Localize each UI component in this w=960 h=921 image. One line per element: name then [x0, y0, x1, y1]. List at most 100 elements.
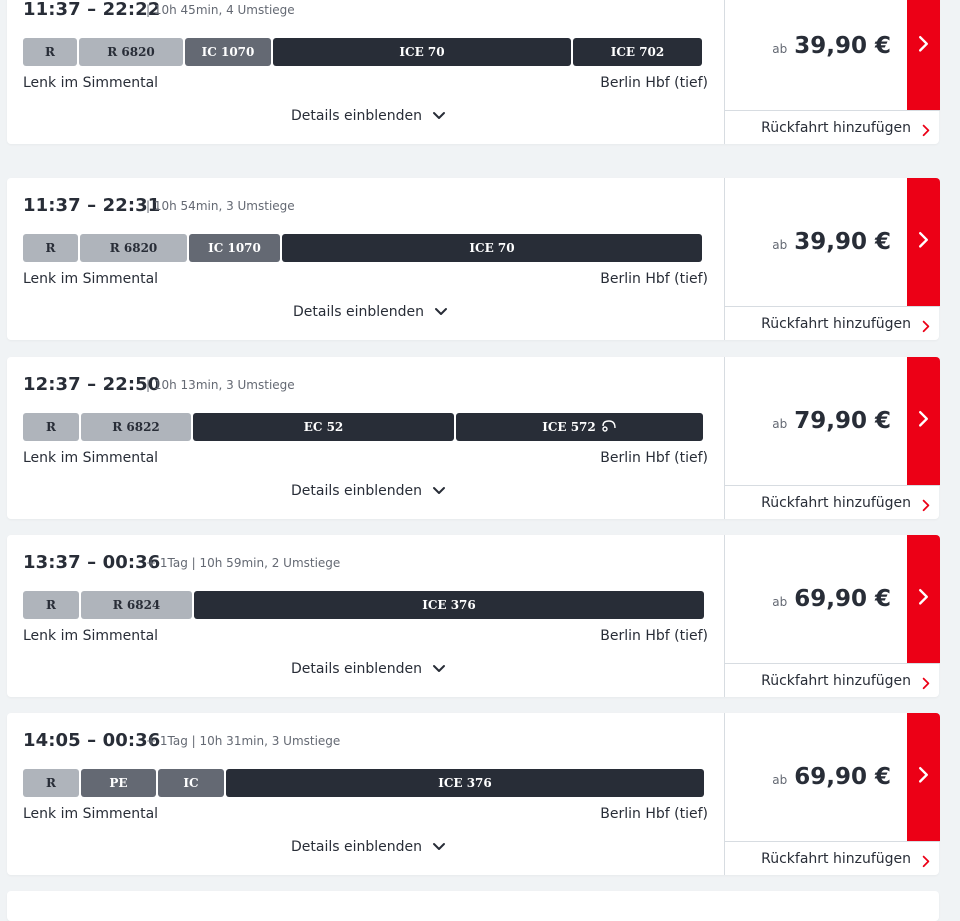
details-toggle[interactable]: Details einblenden [293, 304, 448, 320]
price-amount: 79,90 € [794, 408, 891, 434]
chevron-down-icon [432, 839, 446, 855]
return-trip-label: Rückfahrt hinzufügen [761, 316, 911, 332]
add-return-trip-link[interactable]: Rückfahrt hinzufügen [725, 485, 940, 519]
price-amount: 69,90 € [794, 586, 891, 612]
duration-transfers: + 1Tag | 10h 31min, 3 Umstiege [146, 734, 341, 748]
price-panel: ab 79,90 € Rückfahrt hinzufügen [724, 357, 940, 519]
train-segment: R 6820 [79, 38, 183, 66]
add-return-trip-link[interactable]: Rückfahrt hinzufügen [725, 663, 940, 697]
train-segment: R [23, 769, 79, 797]
select-connection-button[interactable] [907, 178, 940, 306]
train-segment: R 6824 [81, 591, 192, 619]
details-label: Details einblenden [291, 839, 422, 855]
train-label: R 6820 [109, 241, 158, 255]
train-label: ICE 376 [438, 776, 492, 790]
price-panel: ab 39,90 € Rückfahrt hinzufügen [724, 0, 940, 144]
destination-station: Berlin Hbf (tief) [600, 628, 708, 644]
train-label: R 6820 [107, 45, 155, 59]
details-label: Details einblenden [291, 108, 422, 124]
train-segment: ICE 376 [226, 769, 704, 797]
train-segment: IC 1070 [189, 234, 280, 262]
train-label: R 6822 [112, 420, 160, 434]
details-toggle[interactable]: Details einblenden [291, 661, 446, 677]
train-label: ICE 376 [422, 598, 476, 612]
add-return-trip-link[interactable]: Rückfahrt hinzufügen [725, 841, 940, 875]
duration-transfers: + 1Tag | 10h 59min, 2 Umstiege [146, 556, 341, 570]
return-trip-label: Rückfahrt hinzufügen [761, 673, 911, 689]
price-prefix: ab [772, 417, 788, 431]
chevron-right-icon [922, 497, 930, 516]
chevron-right-icon [922, 122, 930, 141]
price-prefix: ab [772, 595, 788, 609]
destination-station: Berlin Hbf (tief) [600, 806, 708, 822]
price: ab 69,90 € [772, 586, 891, 612]
train-segment: ICE 70 [282, 234, 702, 262]
train-segment: ICE 702 [573, 38, 702, 66]
chevron-right-icon [918, 410, 929, 432]
train-segment: ICE 70 [273, 38, 571, 66]
add-return-trip-link[interactable]: Rückfahrt hinzufügen [725, 306, 940, 340]
train-segment-bar: R R 6820 IC 1070 ICE 70 [23, 234, 705, 262]
connection-card[interactable]: 12:37 – 22:50 | 10h 13min, 3 Umstiege RR… [7, 357, 940, 519]
departure-arrival-times: 13:37 – 00:36 [23, 552, 161, 573]
details-toggle[interactable]: Details einblenden [291, 839, 446, 855]
train-segment: EC 52 [193, 413, 454, 441]
price: ab 39,90 € [772, 229, 891, 255]
departure-arrival-times: 12:37 – 22:50 [23, 374, 161, 395]
train-label: PE [109, 776, 128, 790]
price-box[interactable]: ab 39,90 € [725, 0, 907, 110]
origin-station: Lenk im Simmental [23, 806, 159, 822]
connection-info: 11:37 – 22:31 | 10h 54min, 3 Umstiege RR… [7, 178, 724, 340]
price-prefix: ab [772, 42, 788, 56]
origin-station: Lenk im Simmental [23, 75, 159, 91]
select-connection-button[interactable] [907, 0, 940, 110]
connection-info: 12:37 – 22:50 | 10h 13min, 3 Umstiege RR… [7, 357, 724, 519]
price-box[interactable]: ab 79,90 € [725, 357, 907, 485]
chevron-down-icon [434, 304, 448, 320]
connection-card[interactable]: 13:37 – 00:36 + 1Tag | 10h 59min, 2 Umst… [7, 535, 940, 697]
chevron-down-icon [432, 108, 446, 124]
chevron-right-icon [922, 318, 930, 337]
train-label: ICE 70 [469, 241, 515, 255]
chevron-down-icon [432, 661, 446, 677]
connection-card[interactable]: 14:05 – 00:36 + 1Tag | 10h 31min, 3 Umst… [7, 713, 940, 875]
connection-card[interactable]: 11:37 – 22:31 | 10h 54min, 3 Umstiege RR… [7, 178, 940, 340]
select-connection-button[interactable] [907, 535, 940, 663]
duration-transfers: | 10h 54min, 3 Umstiege [146, 199, 295, 213]
connection-card-partial[interactable] [7, 891, 939, 921]
train-segment: R [23, 591, 79, 619]
price-amount: 39,90 € [794, 229, 891, 255]
price-box[interactable]: ab 69,90 € [725, 535, 907, 663]
price: ab 39,90 € [772, 33, 891, 59]
connection-card[interactable]: 11:37 – 22:22 | 10h 45min, 4 Umstiege RR… [7, 0, 940, 144]
departure-arrival-times: 11:37 – 22:22 [23, 0, 161, 20]
departure-arrival-times: 11:37 – 22:31 [23, 195, 161, 216]
train-label: R [46, 420, 56, 434]
chevron-down-icon [432, 483, 446, 499]
select-connection-button[interactable] [907, 713, 940, 841]
connection-info: 13:37 – 00:36 + 1Tag | 10h 59min, 2 Umst… [7, 535, 724, 697]
train-label: IC 1070 [201, 45, 255, 59]
origin-station: Lenk im Simmental [23, 450, 159, 466]
destination-station: Berlin Hbf (tief) [600, 450, 708, 466]
train-segment: R 6820 [80, 234, 187, 262]
add-return-trip-link[interactable]: Rückfahrt hinzufügen [725, 110, 940, 144]
select-connection-button[interactable] [907, 357, 940, 485]
train-label: EC 52 [303, 420, 344, 434]
train-segment: IC [158, 769, 224, 797]
origin-station: Lenk im Simmental [23, 271, 159, 287]
price-panel: ab 69,90 € Rückfahrt hinzufügen [724, 713, 940, 875]
price-panel: ab 69,90 € Rückfahrt hinzufügen [724, 535, 940, 697]
train-label: R [46, 598, 56, 612]
train-segment-bar: R PE IC ICE 376 [23, 769, 705, 797]
train-segment: R [23, 413, 79, 441]
price-box[interactable]: ab 69,90 € [725, 713, 907, 841]
details-toggle[interactable]: Details einblenden [291, 483, 446, 499]
price-prefix: ab [772, 238, 788, 252]
train-segment: R [23, 38, 77, 66]
details-toggle[interactable]: Details einblenden [291, 108, 446, 124]
train-label: R 6824 [112, 598, 161, 612]
price-box[interactable]: ab 39,90 € [725, 178, 907, 306]
destination-station: Berlin Hbf (tief) [600, 271, 708, 287]
departure-arrival-times: 14:05 – 00:36 [23, 730, 161, 751]
